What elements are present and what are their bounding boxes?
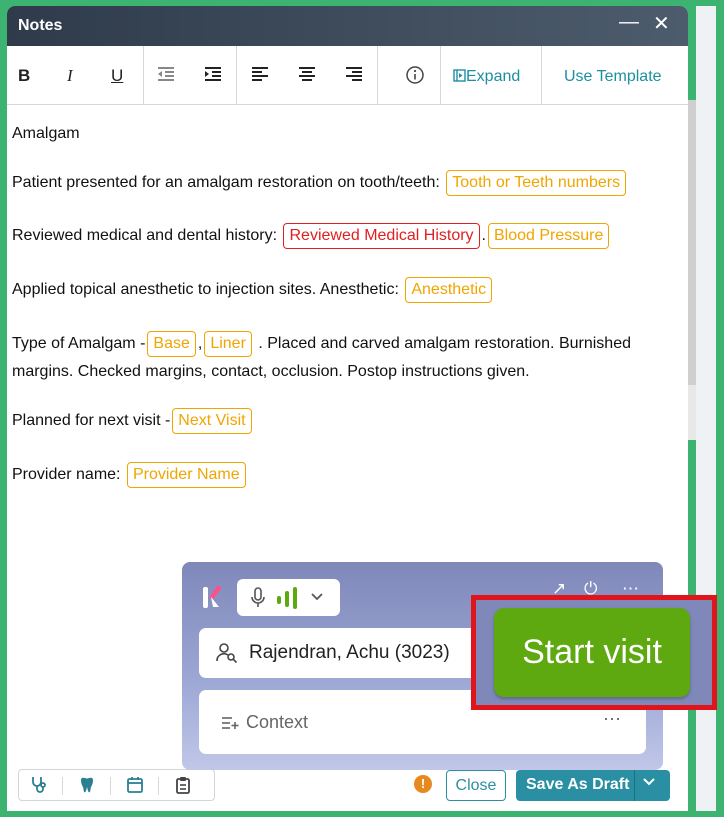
patient-selector[interactable]: Rajendran, Achu (3023)	[199, 628, 499, 678]
microphone-selector[interactable]	[237, 579, 340, 616]
toolbar-divider	[541, 46, 542, 104]
outdent-icon[interactable]	[157, 66, 175, 87]
save-as-draft-button: Save As Draft	[516, 770, 670, 801]
chevron-down-icon[interactable]	[642, 775, 656, 794]
more-icon[interactable]: ⋯	[603, 709, 621, 730]
save-as-draft-label[interactable]: Save As Draft	[526, 776, 629, 794]
placeholder-chip[interactable]: Tooth or Teeth numbers	[446, 170, 627, 196]
toolbar-divider	[236, 46, 237, 104]
placeholder-chip[interactable]: Anesthetic	[405, 277, 493, 303]
audio-level-icon	[276, 585, 302, 616]
placeholder-chip[interactable]: Provider Name	[126, 462, 246, 488]
note-text: Reviewed medical and dental history:	[12, 227, 278, 244]
note-text: Provider name:	[12, 466, 121, 483]
toolbar-divider	[143, 46, 144, 104]
scrollbar-thumb[interactable]	[688, 100, 696, 385]
footer-divider	[110, 777, 111, 795]
info-icon[interactable]	[405, 65, 425, 90]
note-line: Type of Amalgam - Base, Liner . Placed and…	[12, 331, 631, 357]
context-list-icon	[221, 716, 239, 735]
tooth-icon[interactable]	[78, 776, 96, 799]
note-line: Reviewed medical and dental history: Rev…	[12, 223, 611, 249]
toolbar-divider	[440, 46, 441, 104]
close-icon[interactable]: ✕	[653, 14, 670, 34]
toolbar-divider	[377, 46, 378, 104]
align-right-icon[interactable]	[345, 66, 363, 87]
underline-icon[interactable]: U	[111, 66, 123, 86]
note-text: Applied topical anesthetic to injection …	[12, 281, 399, 298]
placeholder-chip[interactable]: Liner	[204, 331, 252, 357]
app-logo-icon	[202, 583, 222, 614]
use-template-button[interactable]: Use Template	[564, 68, 662, 86]
note-text: Type of Amalgam -	[12, 335, 146, 352]
calendar-icon[interactable]	[126, 776, 144, 799]
note-line: Applied topical anesthetic to injection …	[12, 277, 494, 303]
user-search-icon	[216, 642, 238, 669]
bold-icon[interactable]: B	[18, 66, 30, 86]
align-left-icon[interactable]	[251, 66, 269, 87]
align-center-icon[interactable]	[298, 66, 316, 87]
note-line: margins. Checked margins, contact, occlu…	[12, 363, 530, 380]
note-heading: Amalgam	[12, 125, 80, 142]
expand-label: Expand	[466, 68, 521, 85]
stethoscope-icon[interactable]	[30, 776, 48, 799]
context-label: Context	[246, 712, 309, 732]
note-line: Provider name: Provider Name	[12, 462, 248, 488]
formatting-toolbar: B I U Expand Use Template	[7, 46, 688, 105]
note-line: Patient presented for an amalgam restora…	[12, 170, 628, 196]
footer-divider	[62, 777, 63, 795]
close-button[interactable]: Close	[446, 770, 506, 801]
window-title: Notes	[18, 17, 63, 34]
note-text: . Placed and carved amalgam restoration.…	[258, 335, 631, 352]
indent-icon[interactable]	[204, 66, 222, 87]
placeholder-chip[interactable]: Reviewed Medical History	[283, 223, 480, 249]
chevron-down-icon	[310, 590, 324, 609]
clipboard-icon[interactable]	[174, 776, 192, 799]
placeholder-chip[interactable]: Next Visit	[172, 408, 252, 434]
placeholder-chip[interactable]: Blood Pressure	[488, 223, 610, 249]
expand-button[interactable]: Expand	[453, 68, 520, 86]
note-text: Patient presented for an amalgam restora…	[12, 174, 440, 191]
italic-icon[interactable]: I	[67, 66, 73, 86]
start-visit-button[interactable]: Start visit	[494, 608, 690, 697]
microphone-icon	[250, 587, 266, 614]
minimize-icon[interactable]: —	[619, 12, 639, 32]
warning-icon[interactable]: !	[414, 775, 432, 793]
split-button-divider	[634, 770, 635, 801]
patient-name: Rajendran, Achu (3023)	[249, 642, 450, 663]
title-bar: Notes — ✕	[7, 6, 688, 46]
expand-icon	[453, 69, 466, 82]
note-text: Planned for next visit -	[12, 412, 171, 429]
footer-divider	[158, 777, 159, 795]
placeholder-chip[interactable]: Base	[147, 331, 196, 357]
note-line: Planned for next visit - Next Visit	[12, 408, 254, 434]
footer-icon-group	[18, 769, 215, 801]
